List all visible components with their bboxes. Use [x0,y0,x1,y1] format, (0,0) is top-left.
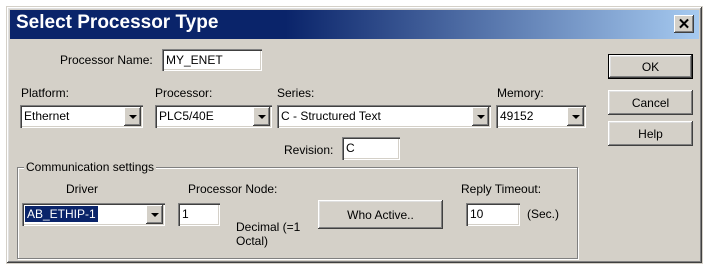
processor-node-label: Processor Node: [188,182,278,196]
platform-label: Platform: [21,86,70,100]
window-title: Select Processor Type [16,12,219,33]
series-label: Series: [277,86,315,100]
processor-name-input[interactable]: MY_ENET [162,49,262,71]
chevron-down-icon[interactable] [253,107,270,126]
reply-timeout-unit: (Sec.) [527,207,560,221]
chevron-down-icon[interactable] [472,107,489,126]
who-active-button[interactable]: Who Active.. [318,200,443,229]
reply-timeout-value: 10 [470,207,484,221]
processor-node-value: 1 [182,207,189,221]
help-button[interactable]: Help [608,121,693,146]
memory-value: 49152 [500,109,534,123]
memory-dropdown[interactable]: 49152 [496,105,586,128]
chevron-down-icon[interactable] [146,205,163,224]
communication-settings-legend: Communication settings [24,160,157,174]
chevron-down-icon[interactable] [567,107,584,126]
close-button[interactable]: ✕ [674,15,694,33]
processor-node-input[interactable]: 1 [178,203,220,226]
revision-label: Revision: [284,143,334,157]
close-icon: ✕ [677,15,691,33]
reply-timeout-input[interactable]: 10 [466,203,520,226]
driver-dropdown[interactable]: AB_ETHIP-1 [22,203,165,226]
reply-timeout-label: Reply Timeout: [461,182,542,196]
ok-button[interactable]: OK [608,54,693,79]
platform-dropdown[interactable]: Ethernet [20,105,143,128]
revision-input[interactable]: C [342,137,400,160]
series-dropdown[interactable]: C - Structured Text [277,105,491,128]
select-processor-dialog: Select Processor Type ✕ Processor Name: … [6,6,703,264]
driver-label: Driver [66,182,98,196]
memory-label: Memory: [497,86,544,100]
processor-node-hint: Decimal (=1 Octal) [236,220,301,248]
processor-value: PLC5/40E [159,109,214,123]
cancel-button[interactable]: Cancel [608,90,693,115]
platform-value: Ethernet [24,109,70,123]
revision-value: C [346,141,355,155]
driver-value: AB_ETHIP-1 [25,206,98,222]
processor-name-label: Processor Name: [60,53,153,67]
series-value: C - Structured Text [281,109,381,123]
processor-label: Processor: [155,86,213,100]
title-bar[interactable]: Select Processor Type ✕ [10,10,699,39]
processor-name-value: MY_ENET [166,53,223,67]
chevron-down-icon[interactable] [124,107,141,126]
processor-dropdown[interactable]: PLC5/40E [155,105,272,128]
